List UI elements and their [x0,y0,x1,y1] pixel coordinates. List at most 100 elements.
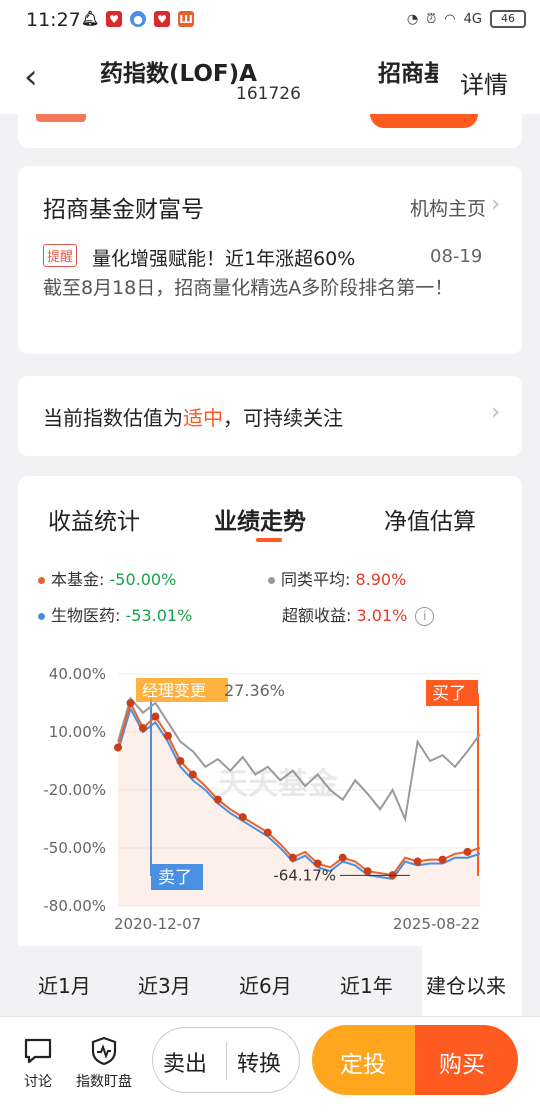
legend-value: -50.00% [109,570,177,589]
tab-return-stats[interactable]: 收益统计 [48,502,140,536]
trade-point [126,699,135,707]
legend-dot [38,577,45,584]
watch-label: 指数盯盘 [76,1074,132,1090]
buy-button[interactable]: 购买 [415,1025,518,1095]
bell-icon: 🔔︎ [81,11,99,27]
sell-label: 卖了 [158,868,192,888]
active-tab-indicator [256,538,282,542]
sell-button[interactable]: 卖出 [163,1046,207,1078]
y-tick-label: -80.00% [43,897,106,915]
shield-pulse-icon [91,1036,117,1066]
speed-icon: ◔ [406,11,419,27]
bottom-action-bar: 讨论 指数盯盘 卖出 转换 定投 购买 [0,1016,540,1120]
detail-button[interactable]: 详情 [460,65,508,100]
peak-value-label: 27.36% [224,681,285,700]
chevron-right-icon: › [491,192,500,217]
auto-invest-label: 定投 [340,1052,386,1078]
browser-icon: ● [130,11,146,27]
buy-label: 购买 [439,1052,485,1078]
trade-point [188,770,197,779]
app-icon: ♥ [154,11,170,27]
chat-icon [24,1038,52,1064]
legend-dot [38,613,45,620]
alarm-icon: ⏰︎ [426,11,437,27]
performance-card: 收益统计 业绩走势 净值估算 本基金: -50.00% 同类平均: 8.90% … [18,476,522,1076]
tab-performance-trend[interactable]: 业绩走势 [214,502,306,536]
trade-point [114,743,122,752]
info-icon[interactable]: i [415,607,435,626]
trade-point [413,857,422,866]
battery-icon: 46 [490,10,526,28]
signal-icon: 4G [463,11,482,27]
trade-point [288,853,297,862]
performance-chart[interactable]: 40.00% 10.00% -20.00% -50.00% -80.00% 2020-12… [18,644,522,944]
legend-excess: 超额收益: 3.01% i [282,602,435,626]
valuation-suffix: ，可持续关注 [223,406,343,430]
auto-invest-button[interactable]: 定投 [312,1025,415,1095]
company-name: 招商基 [378,61,438,87]
valuation-level: 适中 [183,406,223,430]
period-1m[interactable]: 近1月 [38,970,91,999]
tab-nav-estimate[interactable]: 净值估算 [384,502,476,536]
low-value-label: -64.17% [273,866,336,884]
legend-label: 生物医药: [51,606,126,625]
institution-home-link[interactable]: 机构主页 [410,194,486,221]
chevron-right-icon: › [491,400,500,425]
reminder-badge: 提醒 [43,244,78,267]
watermark: 天天基金 [218,767,339,802]
trade-point [213,795,222,804]
page-header: ‹ 药指数(LOF)A 161726 招商基 详情 [0,40,540,114]
sell-swap-group: 卖出 转换 [152,1027,300,1093]
period-3m[interactable]: 近3月 [138,970,191,999]
news-body[interactable]: 截至8月18日，招商量化精选A多阶段排名第一！ [43,274,503,302]
back-icon[interactable]: ‹ [24,60,38,94]
trade-point [138,724,147,733]
divider [226,1042,227,1080]
buy-group: 定投 购买 [312,1025,518,1095]
trade-point [238,813,247,822]
top-card [18,114,522,148]
y-tick-label: -50.00% [43,839,106,857]
status-bar: 11:27 🔔︎ ♥ ● ♥ Ш ◔ ⏰︎ ◠ 4G 46 [0,0,540,40]
valuation-card[interactable]: 当前指数估值为适中，可持续关注 › [18,376,522,456]
index-watch-button[interactable]: 指数盯盘 [68,1035,140,1091]
legend-value: -53.01% [125,606,193,625]
trade-point [363,867,372,876]
app-icon: Ш [178,11,194,27]
trade-point [463,847,472,856]
wealth-card: 招商基金财富号 机构主页 › 提醒 量化增强赋能！近1年涨超60% 08-19 … [18,166,522,354]
legend-value: 3.01% [356,606,408,625]
valuation-text: 当前指数估值为适中，可持续关注 [43,402,343,431]
trade-point [176,757,185,765]
period-since-inception[interactable]: 建仓以来 [422,946,522,1018]
fund-name: 药指数(LOF)A [100,61,257,87]
valuation-prefix: 当前指数估值为 [43,406,183,430]
wealth-title: 招商基金财富号 [43,197,204,223]
trade-point [151,712,160,721]
legend-dot [268,577,275,584]
discuss-label: 讨论 [24,1074,52,1090]
trade-point [438,855,447,864]
notification-icons: 🔔︎ ♥ ● ♥ Ш [81,11,194,27]
app-icon: ♥ [106,11,122,27]
discuss-button[interactable]: 讨论 [16,1035,60,1091]
fund-code: 161726 [236,84,301,104]
action-button[interactable] [370,114,478,128]
y-tick-label: -20.00% [43,781,106,799]
x-tick-label: 2020-12-07 [114,915,201,933]
swap-button[interactable]: 转换 [237,1046,281,1078]
x-tick-label: 2025-08-22 [393,915,480,933]
performance-tabs: 收益统计 业绩走势 净值估算 [18,502,522,542]
period-6m[interactable]: 近6月 [239,970,292,999]
tag-chip [36,114,86,122]
news-date: 08-19 [430,246,483,267]
legend-value: 8.90% [355,570,407,589]
y-tick-label: 10.00% [49,723,106,741]
news-title[interactable]: 量化增强赋能！近1年涨超60% [92,244,355,271]
status-time: 11:27 [26,9,81,31]
period-1y[interactable]: 近1年 [340,970,393,999]
y-tick-label: 40.00% [49,665,106,683]
manager-change-label: 经理变更 [142,681,206,700]
legend-label: 同类平均: [281,570,356,589]
trade-point [163,731,172,740]
